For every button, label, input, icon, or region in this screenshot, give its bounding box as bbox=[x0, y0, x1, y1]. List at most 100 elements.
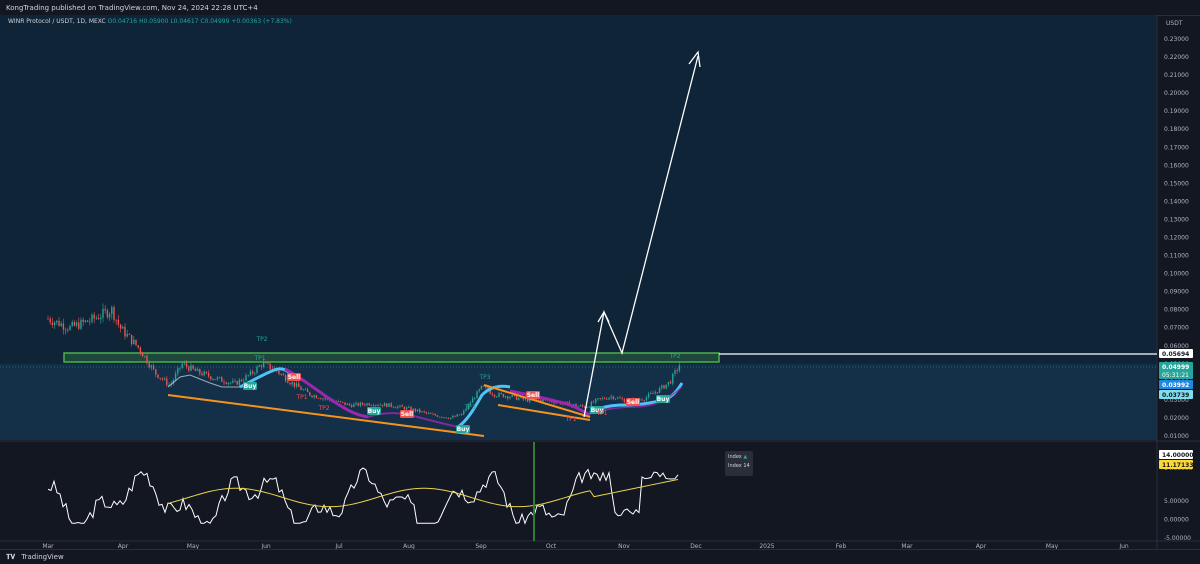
candle-body bbox=[595, 399, 597, 403]
candle-body bbox=[507, 396, 509, 399]
candle-body bbox=[315, 395, 318, 399]
candle-body bbox=[463, 410, 465, 415]
candle-body bbox=[163, 378, 166, 380]
candle-body bbox=[650, 393, 652, 394]
candle-body bbox=[106, 310, 109, 318]
candle-body bbox=[251, 371, 254, 374]
candle-body bbox=[601, 397, 604, 399]
candle-body bbox=[117, 319, 120, 325]
candle-body bbox=[289, 382, 291, 385]
indicator-labels: 14.00000 11.17133 bbox=[1159, 450, 1194, 469]
candle-body bbox=[322, 398, 324, 400]
candle-body bbox=[478, 389, 480, 392]
candle-body bbox=[227, 382, 230, 385]
candle-body bbox=[405, 407, 408, 410]
buy-marker-label: Buy bbox=[368, 408, 381, 415]
candle-body bbox=[663, 385, 665, 389]
published-header: KongTrading published on TradingView.com… bbox=[0, 0, 1200, 16]
candle-body bbox=[599, 398, 601, 399]
candle-body bbox=[342, 401, 344, 403]
candle-body bbox=[617, 397, 619, 399]
candle-body bbox=[381, 404, 384, 407]
candle-body bbox=[500, 393, 502, 395]
candle-body bbox=[287, 381, 289, 383]
symbol-legend[interactable]: WINR Protocol / USDT, 1D, MEXC O0.04716 … bbox=[8, 17, 292, 26]
candle-body bbox=[229, 382, 232, 384]
candle-body bbox=[150, 365, 153, 368]
candle-body bbox=[372, 405, 375, 407]
candle-body bbox=[339, 401, 342, 402]
candle-body bbox=[56, 320, 58, 323]
candle-body bbox=[130, 334, 133, 345]
candle-body bbox=[383, 403, 386, 407]
price-tick-label: 0.01000 bbox=[1164, 433, 1189, 440]
candle-body bbox=[419, 409, 421, 413]
candle-body bbox=[293, 382, 296, 387]
buy-marker-label: Buy bbox=[657, 396, 670, 403]
candle-body bbox=[641, 399, 643, 401]
price-tick-label: 0.17000 bbox=[1164, 144, 1189, 151]
indicator-pane-background bbox=[0, 442, 1157, 541]
chart-area[interactable]: 0.23000 0.22000 0.21000 0.20000 0.19000 0.180… bbox=[0, 15, 1200, 549]
candle-body bbox=[414, 408, 417, 412]
candle-body bbox=[67, 329, 69, 331]
candle-body bbox=[667, 381, 670, 385]
candle-body bbox=[119, 324, 122, 329]
tooltip-line1: Index bbox=[728, 454, 742, 460]
candle-body bbox=[658, 387, 661, 393]
tp-label: TP1 bbox=[564, 416, 576, 423]
price-tick-label: 0.23000 bbox=[1164, 36, 1189, 43]
price-labels: 0.05694 0.04999 05:31:21 0.03992 0.03739 bbox=[1159, 349, 1193, 399]
tp-label: TP1 bbox=[253, 355, 265, 362]
candle-body bbox=[401, 405, 403, 407]
price-tick-label: 0.09000 bbox=[1164, 289, 1189, 296]
price-axis[interactable]: 0.23000 0.22000 0.21000 0.20000 0.19000 0.180… bbox=[1164, 36, 1189, 440]
footer-brand: TradingView bbox=[21, 553, 64, 561]
candle-body bbox=[456, 414, 458, 417]
candle-body bbox=[58, 320, 60, 326]
candle-body bbox=[137, 345, 139, 348]
resistance-zone[interactable] bbox=[63, 352, 720, 363]
candle-body bbox=[144, 355, 146, 357]
candle-body bbox=[64, 329, 67, 331]
candle-body bbox=[471, 398, 474, 403]
candle-body bbox=[108, 314, 111, 318]
candle-body bbox=[148, 363, 150, 368]
candle-body bbox=[416, 409, 419, 412]
candle-body bbox=[177, 368, 179, 374]
candle-body bbox=[379, 404, 381, 406]
candle-body bbox=[95, 317, 98, 319]
buy-marker-label: Buy bbox=[244, 383, 257, 390]
candle-body bbox=[375, 405, 377, 406]
indicator-axis[interactable]: 14.000005.000000.00000-5.00000 bbox=[1164, 465, 1193, 542]
candle-body bbox=[265, 362, 267, 364]
candle-body bbox=[597, 398, 599, 400]
candle-body bbox=[298, 383, 300, 388]
candle-body bbox=[504, 396, 507, 398]
candle-body bbox=[218, 377, 221, 378]
high-value: H0.05900 bbox=[139, 18, 169, 25]
symbol-name: WINR Protocol / USDT, 1D, MEXC bbox=[8, 18, 106, 25]
candle-body bbox=[678, 365, 681, 371]
candle-body bbox=[159, 377, 161, 379]
candle-body bbox=[579, 405, 582, 407]
candle-body bbox=[441, 416, 443, 418]
candle-body bbox=[366, 403, 368, 406]
candle-body bbox=[320, 398, 322, 400]
candle-body bbox=[355, 402, 357, 405]
candle-body bbox=[188, 366, 190, 371]
candle-body bbox=[199, 368, 201, 374]
candle-body bbox=[124, 326, 126, 337]
candle-body bbox=[53, 322, 56, 326]
candle-body bbox=[502, 394, 505, 398]
candle-body bbox=[460, 414, 463, 416]
candle-body bbox=[485, 386, 487, 388]
candle-body bbox=[214, 379, 216, 380]
price-chart-svg[interactable]: 0.23000 0.22000 0.21000 0.20000 0.19000 0.180… bbox=[0, 15, 1200, 549]
candle-body bbox=[295, 383, 298, 387]
sell-marker-label: Sell bbox=[288, 374, 301, 381]
candle-body bbox=[324, 398, 326, 400]
candle-body bbox=[47, 318, 49, 320]
candle-body bbox=[344, 402, 346, 405]
candle-body bbox=[234, 380, 236, 382]
